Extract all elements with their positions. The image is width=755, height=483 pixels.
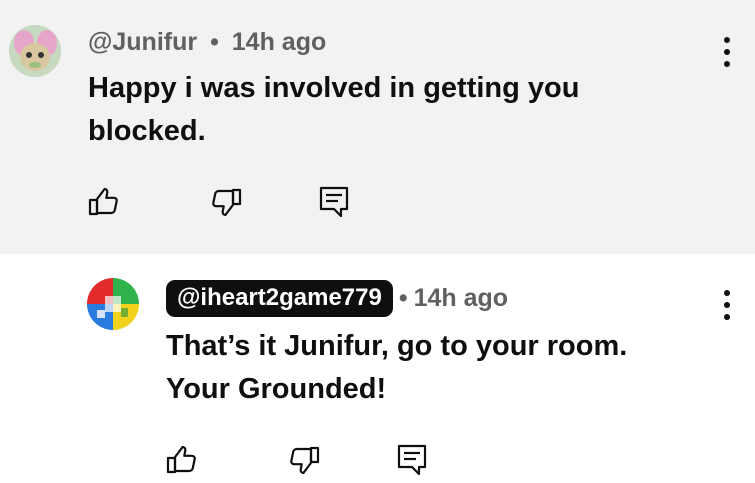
thumbs-down-icon[interactable] (208, 184, 244, 220)
author-name[interactable]: @Junifur (88, 28, 197, 56)
comment-line: blocked. (88, 115, 206, 147)
thumbs-up-icon[interactable] (164, 442, 200, 478)
more-vertical-icon[interactable] (721, 37, 733, 67)
comment-meta: @iheart2game779 • 14h ago (166, 280, 508, 317)
timestamp[interactable]: 14h ago (414, 284, 508, 313)
thumbs-up-icon[interactable] (86, 184, 122, 220)
meta-separator: • (210, 28, 219, 56)
reply-comment-icon[interactable] (394, 442, 430, 478)
comment-text: Happy i was involved in getting you bloc… (88, 67, 579, 153)
comment-line: That’s it Junifur, go to your room. (166, 330, 628, 362)
comment-line: Your Grounded! (166, 373, 387, 405)
timestamp[interactable]: 14h ago (232, 28, 326, 56)
avatar[interactable] (9, 25, 61, 77)
thumbs-down-icon[interactable] (286, 442, 322, 478)
comment-text: That’s it Junifur, go to your room. Your… (166, 325, 627, 411)
comment-line: Happy i was involved in getting you (88, 72, 580, 104)
more-vertical-icon[interactable] (721, 290, 733, 320)
avatar[interactable] (87, 278, 139, 330)
comment-junifur: @Junifur • 14h ago Happy i was involved … (0, 0, 755, 254)
reply-comment-icon[interactable] (316, 184, 352, 220)
author-name[interactable]: @iheart2game779 (166, 280, 393, 317)
comment-meta: @Junifur • 14h ago (88, 28, 326, 57)
comment-iheart2game779: @iheart2game779 • 14h ago That’s it Juni… (0, 254, 755, 483)
meta-separator: • (398, 284, 408, 312)
